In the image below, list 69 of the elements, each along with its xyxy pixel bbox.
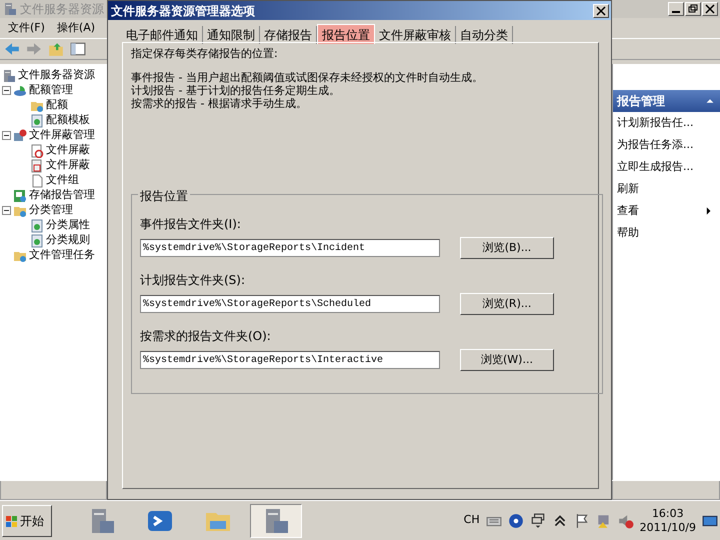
- tree-item[interactable]: 配额: [46, 97, 68, 114]
- taskbar-app[interactable]: [250, 504, 302, 538]
- tree-item[interactable]: 配额管理: [29, 82, 73, 99]
- intro-text: 指定保存每类存储报告的位置:: [131, 47, 279, 60]
- path-input[interactable]: %systemdrive%\StorageReports\Scheduled: [140, 295, 440, 313]
- browse-button[interactable]: 浏览(W)...: [460, 349, 554, 371]
- language-indicator[interactable]: CH: [464, 512, 480, 529]
- close-icon: [703, 3, 717, 15]
- menu-item[interactable]: 文件(F): [8, 20, 45, 36]
- windows-icon[interactable]: [530, 512, 546, 528]
- tree-item[interactable]: 配额模板: [46, 112, 90, 129]
- tree-item[interactable]: 分类管理: [29, 202, 73, 219]
- tree-item[interactable]: 文件服务器资源: [18, 67, 95, 84]
- actions-title: 报告管理: [617, 93, 665, 110]
- speaker-muted-icon[interactable]: [618, 512, 634, 528]
- browse-button[interactable]: 浏览(R)...: [460, 293, 554, 315]
- tree-item[interactable]: 文件屏蔽: [46, 157, 90, 174]
- tree-item[interactable]: 文件屏蔽: [46, 142, 90, 159]
- close-button[interactable]: [593, 4, 609, 18]
- action-link[interactable]: 立即生成报告...: [617, 158, 694, 176]
- restore-icon: [686, 3, 700, 15]
- server-icon: [3, 2, 17, 16]
- document-chart-icon: [30, 218, 44, 232]
- document-chart-icon: [30, 234, 44, 248]
- document-chart-icon: [30, 114, 44, 128]
- report-icon: [13, 188, 27, 202]
- description-text: 按需求的报告 - 根据请求手动生成。: [131, 97, 308, 110]
- tree-item[interactable]: 存储报告管理: [29, 187, 95, 204]
- path-input[interactable]: %systemdrive%\StorageReports\Interactive: [140, 351, 440, 369]
- expander-icon[interactable]: [2, 206, 11, 215]
- tree-item[interactable]: 分类属性: [46, 217, 90, 234]
- path-input[interactable]: %systemdrive%\StorageReports\Incident: [140, 239, 440, 257]
- action-link[interactable]: 刷新: [617, 180, 639, 198]
- tree-item[interactable]: 分类规则: [46, 232, 90, 249]
- tab[interactable]: 报告位置: [317, 24, 375, 44]
- dialog-title: 文件服务器资源管理器选项: [111, 2, 255, 20]
- menu-item[interactable]: 操作(A): [56, 20, 96, 36]
- document-block-icon: [30, 158, 44, 172]
- close-icon: [594, 4, 608, 16]
- field-label: 按需求的报告文件夹(O):: [140, 328, 272, 345]
- windows-logo-icon: [5, 514, 19, 528]
- tree-item[interactable]: 文件管理任务: [29, 247, 95, 264]
- restore-button[interactable]: [685, 2, 701, 16]
- tree-item[interactable]: 文件组: [46, 172, 79, 189]
- expander-icon[interactable]: [2, 86, 11, 95]
- document-block-icon: [30, 144, 44, 158]
- clock[interactable]: 16:03 2011/10/9: [640, 506, 696, 534]
- start-button[interactable]: 开始: [2, 504, 52, 536]
- computer-block-icon: [13, 128, 27, 142]
- panel-icon[interactable]: [70, 41, 86, 57]
- server-icon: [2, 68, 16, 82]
- browse-button[interactable]: 浏览(B)...: [460, 237, 554, 259]
- minimize-icon: [672, 10, 680, 13]
- field-label: 计划报告文件夹(S):: [140, 272, 246, 289]
- window-title: 文件服务器资源: [20, 1, 104, 18]
- disk-chart-icon: [13, 84, 27, 98]
- description-text: 计划报告 - 基于计划的报告任务定期生成。: [131, 84, 341, 97]
- description-text: 事件报告 - 当用户超出配额阈值或试图保存未经授权的文件时自动生成。: [131, 71, 484, 84]
- close-button[interactable]: [702, 2, 718, 16]
- action-link[interactable]: 帮助: [617, 224, 639, 242]
- field-label: 事件报告文件夹(I):: [140, 216, 242, 233]
- action-link[interactable]: 计划新报告任...: [617, 114, 694, 132]
- minimize-button[interactable]: [668, 2, 684, 16]
- tree-item[interactable]: 文件屏蔽管理: [29, 127, 95, 144]
- action-link[interactable]: 为报告任务添...: [617, 136, 694, 154]
- group-title: 报告位置: [138, 187, 190, 205]
- document-icon: [30, 174, 44, 188]
- action-link[interactable]: 查看: [617, 202, 639, 220]
- expander-icon[interactable]: [2, 131, 11, 140]
